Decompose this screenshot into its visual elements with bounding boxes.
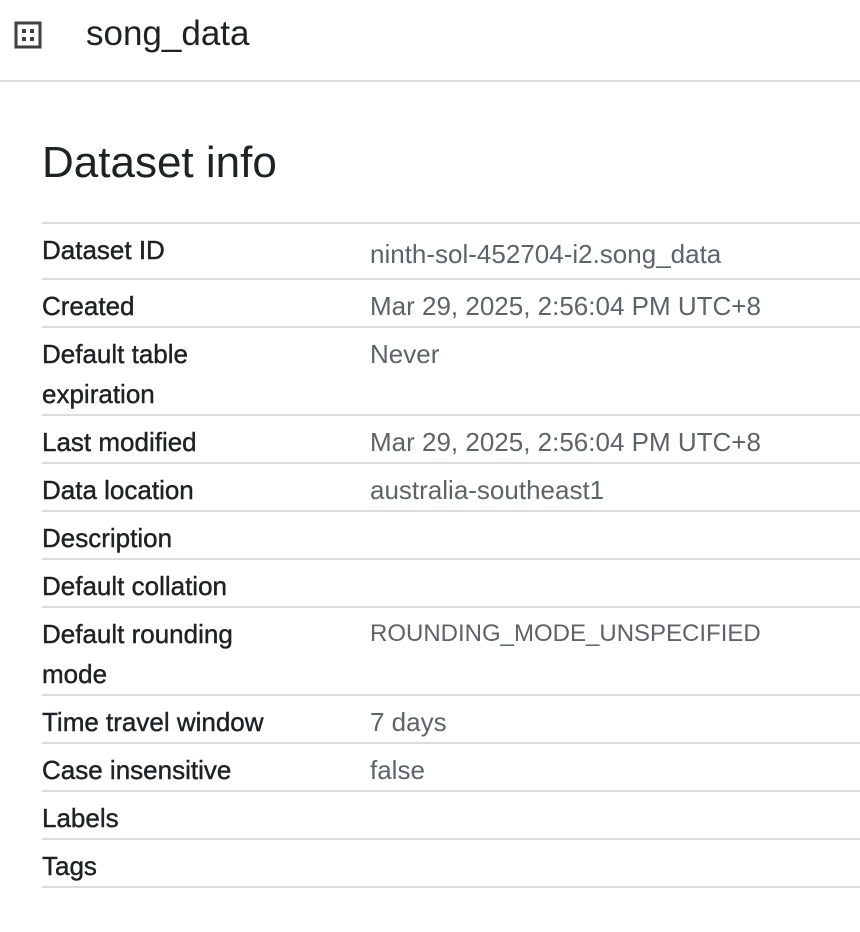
row-value: ROUNDING_MODE_UNSPECIFIED	[370, 620, 761, 647]
row-value: false	[370, 755, 425, 785]
row-value	[370, 560, 860, 606]
row-label: Time travel window	[42, 707, 264, 737]
row-dataset-id: Dataset ID ninth-sol-452704-i2.song_data	[42, 224, 860, 280]
row-label: Labels	[42, 803, 119, 833]
row-tags: Tags	[42, 840, 860, 888]
row-description: Description	[42, 512, 860, 560]
dataset-title: song_data	[86, 14, 250, 53]
row-label: Default table expiration	[42, 339, 188, 409]
row-case-insensitive: Case insensitive false	[42, 744, 860, 792]
row-value: Mar 29, 2025, 2:56:04 PM UTC+8	[370, 427, 761, 457]
row-time-travel-window: Time travel window 7 days	[42, 696, 860, 744]
row-label: Case insensitive	[42, 755, 232, 785]
row-value	[370, 840, 860, 886]
row-label: Created	[42, 291, 135, 321]
row-value: australia-southeast1	[370, 475, 605, 505]
row-created: Created Mar 29, 2025, 2:56:04 PM UTC+8	[42, 280, 860, 328]
row-label: Tags	[42, 851, 97, 881]
row-default-rounding-mode: Default rounding mode ROUNDING_MODE_UNSP…	[42, 608, 860, 696]
page-header: song_data	[0, 0, 860, 82]
row-last-modified: Last modified Mar 29, 2025, 2:56:04 PM U…	[42, 416, 860, 464]
row-label: Description	[42, 523, 173, 553]
row-label: Default rounding mode	[42, 619, 233, 689]
dataset-info-table: Dataset ID ninth-sol-452704-i2.song_data…	[42, 222, 860, 888]
row-label: Data location	[42, 475, 194, 505]
row-label: Last modified	[42, 427, 197, 457]
row-labels: Labels	[42, 792, 860, 840]
row-value	[370, 512, 860, 558]
row-value: Never	[370, 339, 440, 369]
row-value	[370, 792, 860, 838]
row-data-location: Data location australia-southeast1	[42, 464, 860, 512]
section-title: Dataset info	[42, 138, 277, 187]
row-value[interactable]: ninth-sol-452704-i2.song_data	[370, 224, 860, 278]
row-label: Default collation	[42, 571, 227, 601]
row-label: Dataset ID	[42, 235, 165, 265]
row-default-collation: Default collation	[42, 560, 860, 608]
row-value: Mar 29, 2025, 2:56:04 PM UTC+8	[370, 291, 761, 321]
dataset-grid-icon	[14, 21, 42, 49]
row-default-table-expiration: Default table expiration Never	[42, 328, 860, 416]
row-value: 7 days	[370, 707, 447, 737]
